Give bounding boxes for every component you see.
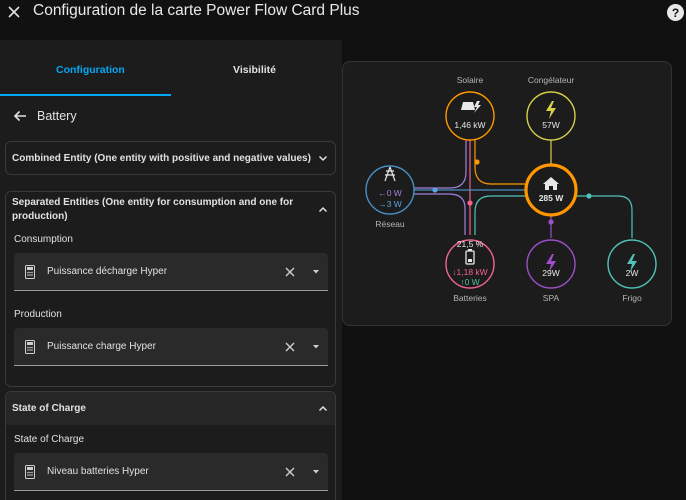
clear-icon[interactable]	[284, 341, 296, 353]
grid-import-value: ←0 W	[378, 188, 402, 198]
separated-entities-title: Separated Entities (One entity for consu…	[12, 197, 294, 222]
flow-dot	[586, 193, 592, 199]
fridge-label: Frigo	[622, 293, 642, 303]
dialog-title: Configuration de la carte Power Flow Car…	[33, 2, 360, 19]
close-icon	[8, 6, 20, 18]
back-arrow-icon[interactable]	[12, 108, 28, 124]
freezer-node	[526, 91, 576, 141]
flow-line-home-fridge	[575, 195, 633, 238]
chevron-up-icon	[318, 405, 328, 411]
spa-value: 29W	[542, 268, 560, 278]
separated-entities-header[interactable]: Separated Entities (One entity for consu…	[6, 192, 335, 226]
tab-configuration[interactable]: Configuration	[56, 64, 125, 76]
production-entity-picker[interactable]: Puissance charge Hyper	[14, 328, 328, 366]
battery-discharge-value: ↓1,18 kW	[452, 267, 488, 277]
chevron-down-icon	[318, 155, 328, 162]
fridge-value: 2W	[625, 268, 639, 278]
active-tab-indicator	[0, 94, 171, 96]
solar-label: Solaire	[456, 75, 484, 85]
calculator-icon	[25, 340, 35, 354]
dropdown-arrow-icon[interactable]	[312, 269, 320, 275]
flow-dot	[474, 159, 480, 165]
consumption-label: Consumption	[14, 234, 73, 245]
tab-visibility[interactable]: Visibilité	[233, 64, 276, 76]
flow-dot	[467, 200, 473, 206]
power-flow-card-preview: Solaire 1,46 kW Congélateur 57W ←0 W →3 …	[342, 61, 672, 326]
close-button[interactable]	[4, 2, 24, 22]
consumption-entity-picker[interactable]: Puissance décharge Hyper	[14, 253, 328, 291]
consumption-entity-value: Puissance décharge Hyper	[47, 266, 168, 277]
clear-icon[interactable]	[284, 266, 296, 278]
freezer-value: 57W	[542, 120, 560, 130]
flow-line-solar-home	[474, 140, 525, 185]
flow-dot	[548, 219, 554, 225]
clear-icon[interactable]	[284, 466, 296, 478]
production-label: Production	[14, 309, 62, 320]
home-value: 285 W	[538, 193, 564, 203]
combined-entity-panel: Combined Entity (One entity with positiv…	[5, 141, 336, 175]
grid-label: Réseau	[375, 219, 405, 229]
freezer-label: Congélateur	[527, 75, 575, 85]
state-of-charge-title: State of Charge	[12, 403, 86, 414]
separated-entities-panel: Separated Entities (One entity for consu…	[5, 191, 336, 387]
battery-soc-value: 21,5 %	[456, 239, 484, 249]
state-of-charge-header[interactable]: State of Charge	[6, 392, 335, 425]
home-node	[524, 163, 578, 217]
chevron-up-icon	[318, 206, 328, 213]
dialog-header: Configuration de la carte Power Flow Car…	[0, 0, 686, 26]
solar-node	[445, 91, 495, 141]
dropdown-arrow-icon[interactable]	[312, 344, 320, 350]
calculator-icon	[25, 265, 35, 279]
help-icon[interactable]: ?	[667, 4, 684, 21]
spa-label: SPA	[542, 293, 560, 303]
grid-export-value: →3 W	[378, 199, 402, 209]
editor-panel: Configuration Visibilité Battery Combine…	[0, 40, 342, 500]
solar-value: 1,46 kW	[454, 120, 486, 130]
state-of-charge-label: State of Charge	[14, 434, 85, 445]
state-of-charge-entity-value: Niveau batteries Hyper	[47, 466, 149, 477]
flow-line-battery-home	[474, 195, 525, 235]
combined-entity-title: Combined Entity (One entity with positiv…	[12, 152, 311, 164]
tab-bar: Configuration Visibilité	[0, 40, 342, 96]
state-of-charge-entity-picker[interactable]: Niveau batteries Hyper	[14, 453, 328, 491]
calculator-icon	[25, 465, 35, 479]
dropdown-arrow-icon[interactable]	[312, 469, 320, 475]
page-title: Battery	[37, 109, 77, 123]
breadcrumb: Battery	[12, 107, 77, 125]
flow-dot	[432, 187, 438, 193]
battery-charge-value: ↑0 W	[460, 277, 480, 287]
combined-entity-header[interactable]: Combined Entity (One entity with positiv…	[6, 142, 335, 174]
battery-label: Batteries	[453, 293, 487, 303]
state-of-charge-panel: State of Charge State of Charge Niveau b…	[5, 391, 336, 500]
production-entity-value: Puissance charge Hyper	[47, 341, 156, 352]
